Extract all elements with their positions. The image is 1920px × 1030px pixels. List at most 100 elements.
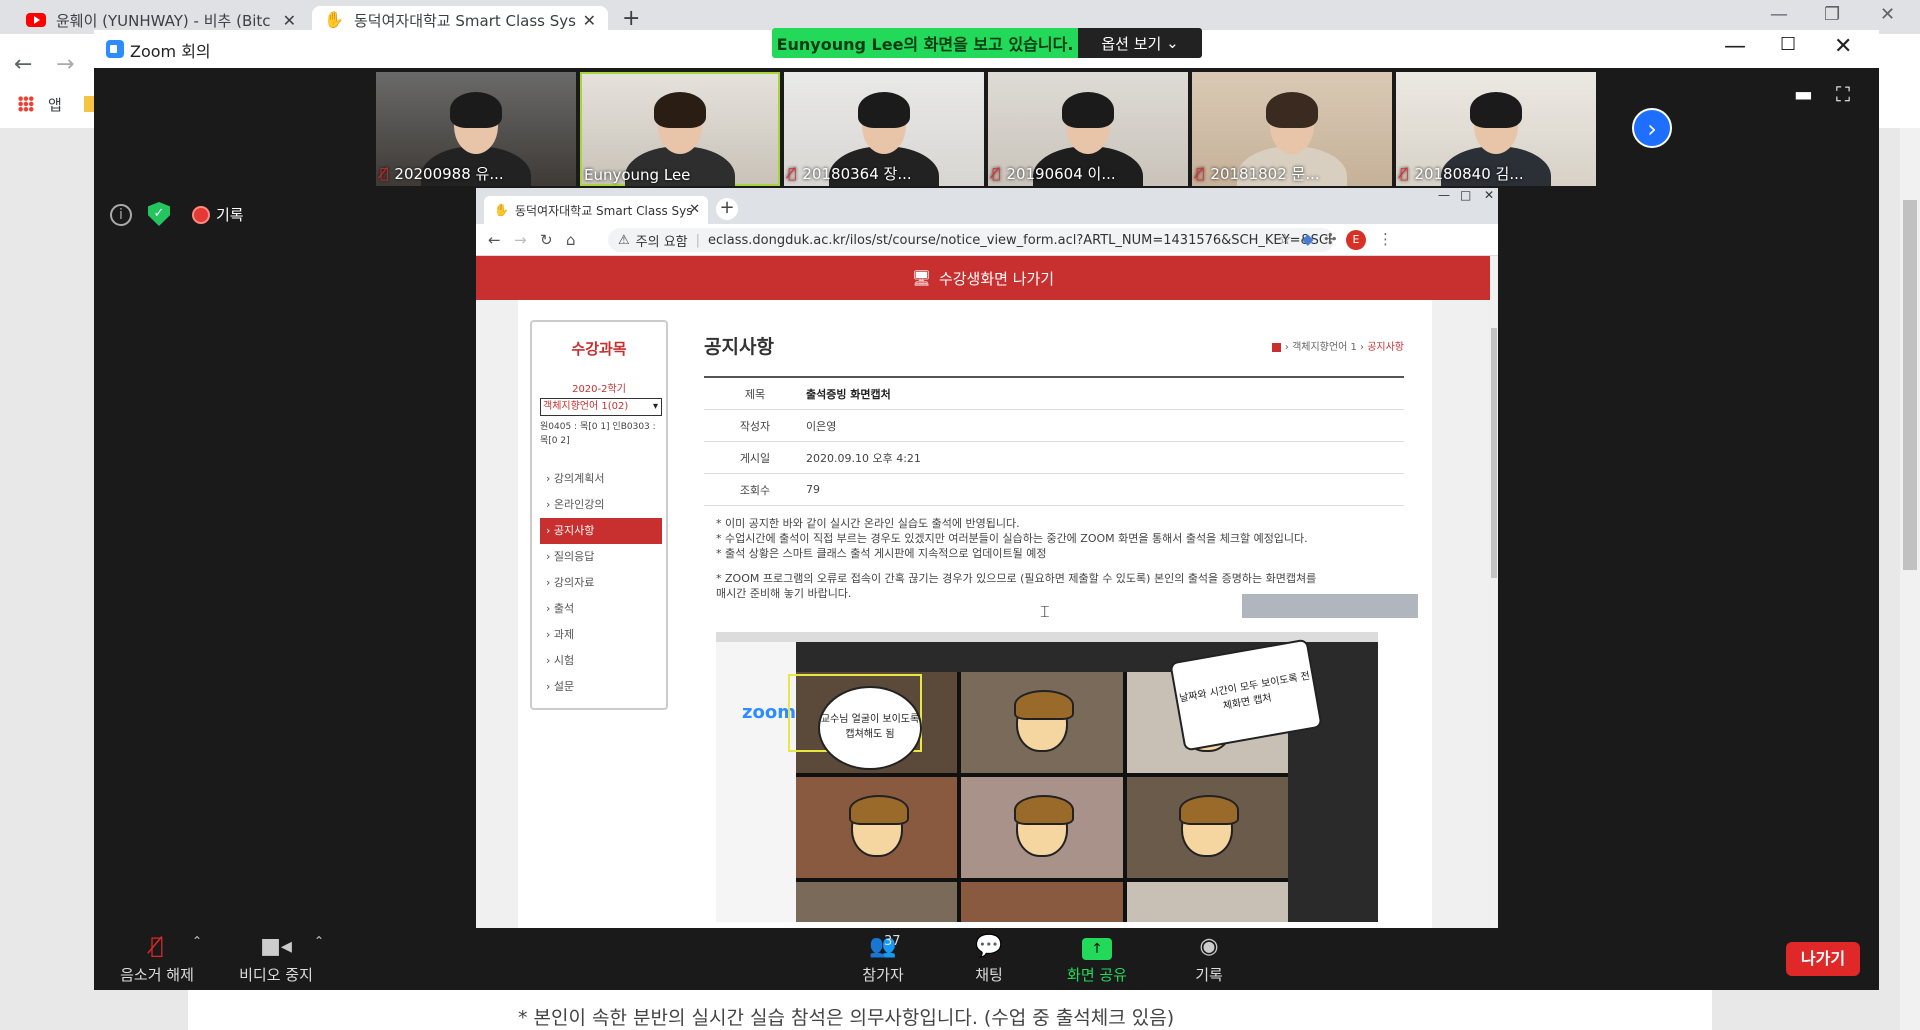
meta-key: 게시일	[739, 451, 771, 465]
shared-tabbar: ✋ 동덕여자대학교 Smart Class Sys ✕ + — □ ✕	[476, 188, 1498, 224]
puzzle-extensions-icon[interactable]: ✣	[1324, 230, 1337, 248]
close-icon[interactable]: ✕	[583, 11, 596, 30]
new-tab-button[interactable]: +	[716, 198, 738, 220]
acorn-character-icon	[1013, 794, 1074, 857]
apps-grid-icon[interactable]	[18, 96, 34, 112]
sidebar-item-label: 온라인강의	[553, 498, 605, 511]
muted-mic-icon: 🎙̸	[1196, 165, 1205, 182]
address-bar[interactable]: ⚠ 주의 요함 | eclass.dongduk.ac.kr/ilos/st/c…	[608, 228, 1334, 252]
breadcrumb-item[interactable]: 공지사항	[1367, 342, 1404, 353]
minimize-icon[interactable]: —	[1770, 4, 1788, 25]
maximize-icon[interactable]: ☐	[1780, 34, 1796, 55]
chrome-tab-label: 윤훼이 (YUNHWAY) - 비추 (Bitc	[56, 11, 271, 30]
shared-browser-tab[interactable]: ✋ 동덕여자대학교 Smart Class Sys ✕	[484, 196, 708, 224]
breadcrumb-item[interactable]: 객체지향언어 1	[1292, 342, 1357, 353]
unmute-button[interactable]: 🎙̸ ⌃ 음소거 해제	[110, 934, 204, 985]
sidebar-item-exams[interactable]: › 시험	[540, 648, 662, 674]
close-icon[interactable]: ✕	[1880, 4, 1895, 25]
reload-icon[interactable]: ↻	[540, 231, 553, 249]
recording-label: 기록	[216, 206, 244, 224]
record-icon: ◉	[1199, 934, 1219, 959]
leave-meeting-button[interactable]: 나가기	[1786, 942, 1860, 976]
dongduk-hand-icon: ✋	[324, 10, 344, 29]
sidebar-item-label: 출석	[553, 602, 575, 615]
notice-line: * ZOOM 프로그램의 오류로 접속이 간혹 끊기는 경우가 있으므로 (필요…	[716, 572, 1317, 585]
participant-tile[interactable]: 🎙̸ 20181802 문...	[1192, 72, 1392, 186]
meta-row-title: 제목 출석증빙 화면캡처	[704, 378, 1404, 410]
meta-key: 제목	[744, 387, 766, 401]
sidebar-item-notices[interactable]: › 공지사항	[540, 518, 662, 544]
view-options-button[interactable]: 옵션 보기 ⌄	[1078, 28, 1202, 58]
notice-meta-table: 제목 출석증빙 화면캡처 작성자 이은영 게시일 2020.09.10 오후 4…	[704, 376, 1404, 506]
sidebar-item-online-lecture[interactable]: › 온라인강의	[540, 492, 662, 518]
close-icon[interactable]: ✕	[1484, 188, 1494, 202]
close-icon[interactable]: ✕	[283, 11, 296, 30]
participant-tile[interactable]: 🎙̸ 20180840 김...	[1396, 72, 1596, 186]
apps-label[interactable]: 앱	[48, 94, 62, 115]
sidebar-item-qna[interactable]: › 질의응답	[540, 544, 662, 570]
participants-button[interactable]: 👥 37 참가자	[848, 934, 918, 985]
zoom-bottom-toolbar: 🎙̸ ⌃ 음소거 해제 ■◂ ⌃ 비디오 중지 👥 37 참가자 💬 채팅 ↑ 화면 …	[94, 928, 1879, 990]
speech-bubble: 교수님 얼굴이 보이도록 캡쳐해도 됨	[818, 686, 922, 770]
participant-tile-active[interactable]: Eunyoung Lee	[580, 72, 780, 186]
participant-name: 20181802 문...	[1210, 165, 1320, 183]
meta-value: 이은영	[806, 419, 837, 433]
close-icon[interactable]: ✕	[1834, 34, 1852, 59]
sidebar-item-attendance[interactable]: › 출석	[540, 596, 662, 622]
home-icon[interactable]: ⌂	[566, 231, 576, 249]
sidebar-item-assignments[interactable]: › 과제	[540, 622, 662, 648]
exit-student-view-bar[interactable]: 🖥 수강생화면 나가기	[476, 256, 1490, 300]
back-arrow-icon[interactable]: ←	[488, 231, 501, 249]
record-button[interactable]: ◉ 기록	[1184, 934, 1234, 985]
muted-mic-icon: 🎙̸	[150, 934, 164, 959]
restore-icon[interactable]: ❐	[1824, 4, 1840, 25]
meta-row-views: 조회수 79	[704, 474, 1404, 506]
sidebar-item-survey[interactable]: › 설문	[540, 674, 662, 700]
participant-tile[interactable]: 🎙̸ 20180364 장...	[784, 72, 984, 186]
share-screen-button[interactable]: ↑ 화면 공유	[1060, 934, 1134, 985]
forward-arrow-icon[interactable]: →	[514, 231, 527, 249]
home-icon[interactable]	[1271, 342, 1281, 352]
more-menu-icon[interactable]: ⋮	[1378, 230, 1393, 248]
minimize-icon[interactable]: —	[1438, 188, 1450, 202]
sidebar-item-label: 과제	[553, 628, 575, 641]
bookmark-star-icon[interactable]: ☆	[1278, 230, 1291, 248]
back-arrow-icon[interactable]: ←	[14, 52, 32, 77]
divider: |	[695, 232, 701, 248]
forward-arrow-icon[interactable]: →	[56, 52, 74, 77]
sidebar-item-materials[interactable]: › 강의자료	[540, 570, 662, 596]
image-menubar	[716, 632, 1378, 642]
shared-tab-label: 동덕여자대학교 Smart Class Sys	[514, 203, 693, 218]
stop-video-button[interactable]: ■◂ ⌃ 비디오 중지	[226, 934, 326, 985]
chevron-up-icon[interactable]: ⌃	[192, 934, 202, 948]
scrollbar-thumb[interactable]	[1903, 200, 1917, 570]
view-layout-icon[interactable]: ▬	[1794, 82, 1813, 106]
security-warning-label: 주의 요함	[635, 234, 688, 250]
room-info: 원0405 : 목[0 1] 인B0303 : 목[0 2]	[540, 422, 656, 446]
scrollbar-thumb[interactable]	[1491, 328, 1497, 578]
meta-key: 조회수	[739, 483, 771, 497]
participant-tile[interactable]: 🎙̸ 20190604 이...	[988, 72, 1188, 186]
participant-tile[interactable]: 🎙̸ 20200988 유...	[376, 72, 576, 186]
profile-avatar[interactable]: E	[1346, 230, 1366, 250]
extension-icon[interactable]: ◆	[1302, 230, 1314, 248]
sidebar-item-syllabus[interactable]: › 강의계획서	[540, 466, 662, 492]
fullscreen-icon[interactable]: ⛶	[1836, 82, 1850, 106]
image-zoom-panel: zoom	[716, 642, 796, 922]
record-label: 기록	[1195, 966, 1223, 984]
shared-toolbar: ← → ↻ ⌂ ⚠ 주의 요함 | eclass.dongduk.ac.kr/i…	[476, 224, 1498, 256]
chevron-up-icon[interactable]: ⌃	[314, 934, 324, 948]
security-shield-icon[interactable]: ✓	[148, 202, 170, 226]
recording-icon	[194, 208, 208, 222]
chat-button[interactable]: 💬 채팅	[964, 934, 1014, 985]
course-select[interactable]: 객체지향언어 1(02) ▾	[540, 398, 662, 416]
shared-screen: ✋ 동덕여자대학교 Smart Class Sys ✕ + — □ ✕ ← → …	[476, 188, 1498, 958]
next-participants-button[interactable]: ›	[1632, 108, 1672, 148]
maximize-icon[interactable]: □	[1460, 188, 1471, 202]
new-tab-button[interactable]: +	[622, 6, 640, 31]
image-video-cell	[961, 777, 1123, 878]
info-icon[interactable]: i	[110, 204, 132, 226]
close-icon[interactable]: ✕	[689, 202, 700, 217]
minimize-icon[interactable]: —	[1724, 34, 1746, 59]
meta-value: 출석증빙 화면캡처	[806, 387, 891, 401]
